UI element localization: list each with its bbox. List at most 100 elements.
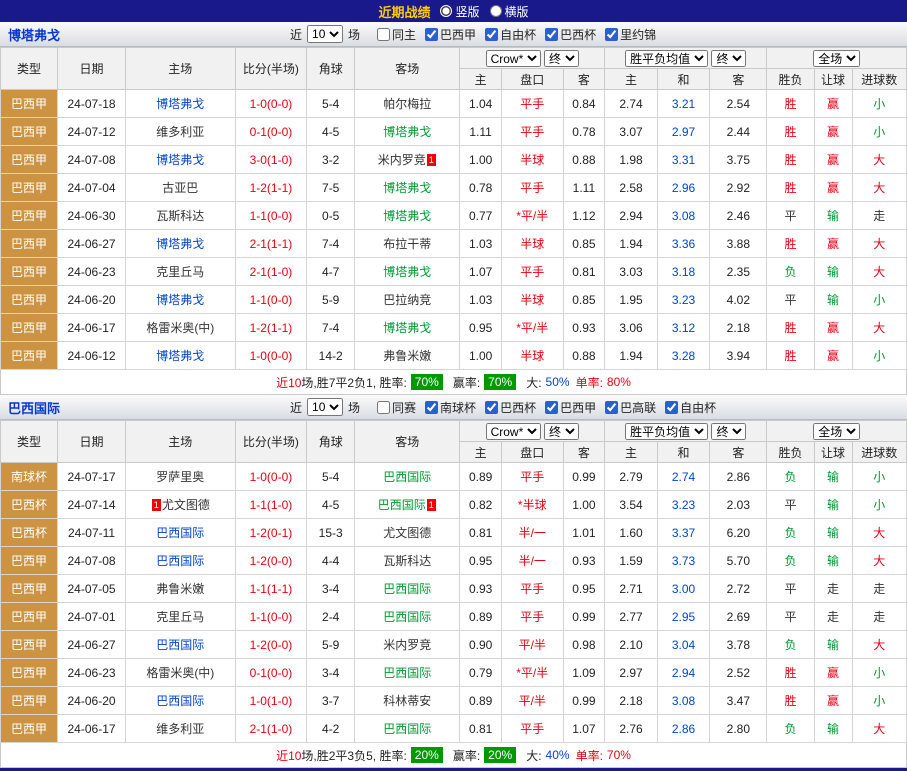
away-team[interactable]: 帕尔梅拉 xyxy=(383,97,431,111)
away-team[interactable]: 巴西国际 xyxy=(378,498,426,512)
avg-away-odds-cell: 3.88 xyxy=(710,230,767,258)
match-count-select[interactable]: 10 xyxy=(307,398,343,416)
home-team[interactable]: 古亚巴 xyxy=(162,181,198,195)
avg-away-odds: 2.18 xyxy=(727,321,750,335)
home-team[interactable]: 维多利亚 xyxy=(156,722,204,736)
match-score-cell: 1-1(0-0) xyxy=(235,202,307,230)
layout-horizontal-option[interactable]: 横版 xyxy=(490,3,529,20)
match-count-select[interactable]: 10 xyxy=(307,25,343,43)
away-team[interactable]: 博塔弗戈 xyxy=(383,125,431,139)
filter-option[interactable]: 同赛 xyxy=(377,399,416,416)
away-team[interactable]: 巴西国际 xyxy=(383,582,431,596)
home-team[interactable]: 博塔弗戈 xyxy=(156,349,204,363)
away-team[interactable]: 巴拉纳竞 xyxy=(383,293,431,307)
odds-final-select[interactable]: 终 xyxy=(544,423,579,440)
home-team[interactable]: 格雷米奥(中) xyxy=(146,321,214,335)
filter-option[interactable]: 巴西杯 xyxy=(485,399,536,416)
league-type-cell: 巴西甲 xyxy=(1,575,58,603)
filter-option[interactable]: 巴西杯 xyxy=(545,26,596,43)
avg-final-select[interactable]: 终 xyxy=(711,50,746,67)
corner-score: 7-5 xyxy=(322,181,339,195)
away-team[interactable]: 博塔弗戈 xyxy=(383,321,431,335)
odds-company-select[interactable]: Crow* xyxy=(486,423,541,440)
filter-checkbox[interactable] xyxy=(425,28,438,41)
filter-checkbox[interactable] xyxy=(665,401,678,414)
vertical-radio[interactable] xyxy=(440,5,452,17)
corner-score: 7-4 xyxy=(322,237,339,251)
avg-home-odds-cell: 1.94 xyxy=(605,342,658,370)
result-goals: 小 xyxy=(873,694,885,708)
filter-checkbox[interactable] xyxy=(425,401,438,414)
filter-checkbox[interactable] xyxy=(377,401,390,414)
filter-option[interactable]: 巴西甲 xyxy=(545,399,596,416)
filter-checkbox[interactable] xyxy=(545,28,558,41)
match-score-cell: 2-1(1-0) xyxy=(235,258,307,286)
home-team[interactable]: 瓦斯科达 xyxy=(156,209,204,223)
odds-away: 0.98 xyxy=(572,638,595,652)
big-rate-label: 大: xyxy=(526,374,541,391)
avg-final-select[interactable]: 终 xyxy=(711,423,746,440)
avg-odds-select[interactable]: 胜平负均值 xyxy=(625,423,708,440)
avg-draw-odds-cell: 3.36 xyxy=(657,230,710,258)
home-team[interactable]: 博塔弗戈 xyxy=(156,153,204,167)
match-score-cell: 1-2(0-0) xyxy=(235,631,307,659)
away-team[interactable]: 巴西国际 xyxy=(383,470,431,484)
home-team[interactable]: 克里丘马 xyxy=(156,265,204,279)
away-team[interactable]: 米内罗竞 xyxy=(383,638,431,652)
away-team[interactable]: 巴西国际 xyxy=(383,610,431,624)
team-name-link[interactable]: 巴西国际 xyxy=(0,398,135,417)
home-team[interactable]: 巴西国际 xyxy=(156,694,204,708)
filter-option[interactable]: 自由杯 xyxy=(665,399,716,416)
filter-option[interactable]: 巴西甲 xyxy=(425,26,476,43)
odds-company-select[interactable]: Crow* xyxy=(486,50,541,67)
match-score: 1-0(0-0) xyxy=(250,349,293,363)
home-team[interactable]: 博塔弗戈 xyxy=(156,97,204,111)
away-team[interactable]: 布拉干蒂 xyxy=(383,237,431,251)
filter-option[interactable]: 同主 xyxy=(377,26,416,43)
corner-score: 3-2 xyxy=(322,153,339,167)
layout-vertical-option[interactable]: 竖版 xyxy=(440,3,479,20)
filter-checkbox[interactable] xyxy=(605,401,618,414)
away-team[interactable]: 巴西国际 xyxy=(383,722,431,736)
home-team[interactable]: 弗鲁米嫩 xyxy=(156,582,204,596)
home-team[interactable]: 博塔弗戈 xyxy=(156,237,204,251)
horizontal-radio[interactable] xyxy=(490,5,502,17)
away-team[interactable]: 尤文图德 xyxy=(383,526,431,540)
home-team[interactable]: 巴西国际 xyxy=(156,554,204,568)
filter-checkbox[interactable] xyxy=(377,28,390,41)
away-team[interactable]: 巴西国际 xyxy=(383,666,431,680)
odds-final-select[interactable]: 终 xyxy=(544,50,579,67)
odds-away-cell: 0.93 xyxy=(563,547,605,575)
filter-option[interactable]: 自由杯 xyxy=(485,26,536,43)
filter-checkbox[interactable] xyxy=(545,401,558,414)
away-team[interactable]: 弗鲁米嫩 xyxy=(383,349,431,363)
home-team-cell: 罗萨里奥 xyxy=(126,463,236,491)
away-team[interactable]: 瓦斯科达 xyxy=(383,554,431,568)
filter-checkbox[interactable] xyxy=(485,28,498,41)
avg-odds-select[interactable]: 胜平负均值 xyxy=(625,50,708,67)
away-team[interactable]: 博塔弗戈 xyxy=(383,181,431,195)
filter-option[interactable]: 巴高联 xyxy=(605,399,656,416)
away-team[interactable]: 博塔弗戈 xyxy=(383,265,431,279)
scope-select[interactable]: 全场 xyxy=(813,50,860,67)
home-team[interactable]: 罗萨里奥 xyxy=(156,470,204,484)
home-team[interactable]: 格雷米奥(中) xyxy=(146,666,214,680)
team-name-link[interactable]: 博塔弗戈 xyxy=(0,25,135,44)
filter-checkbox[interactable] xyxy=(605,28,618,41)
away-team[interactable]: 博塔弗戈 xyxy=(383,209,431,223)
home-team[interactable]: 克里丘马 xyxy=(156,610,204,624)
filter-checkbox[interactable] xyxy=(485,401,498,414)
home-team[interactable]: 维多利亚 xyxy=(156,125,204,139)
filter-option[interactable]: 里约锦 xyxy=(605,26,656,43)
home-team[interactable]: 巴西国际 xyxy=(156,638,204,652)
away-team[interactable]: 科林蒂安 xyxy=(383,694,431,708)
odds-away: 1.09 xyxy=(572,666,595,680)
away-team[interactable]: 米内罗竞 xyxy=(378,153,426,167)
result-goals-cell: 走 xyxy=(852,603,906,631)
home-team[interactable]: 博塔弗戈 xyxy=(156,293,204,307)
home-team[interactable]: 尤文图德 xyxy=(162,498,210,512)
scope-select[interactable]: 全场 xyxy=(813,423,860,440)
league-type: 巴西甲 xyxy=(11,722,47,736)
filter-option[interactable]: 南球杯 xyxy=(425,399,476,416)
home-team[interactable]: 巴西国际 xyxy=(156,526,204,540)
